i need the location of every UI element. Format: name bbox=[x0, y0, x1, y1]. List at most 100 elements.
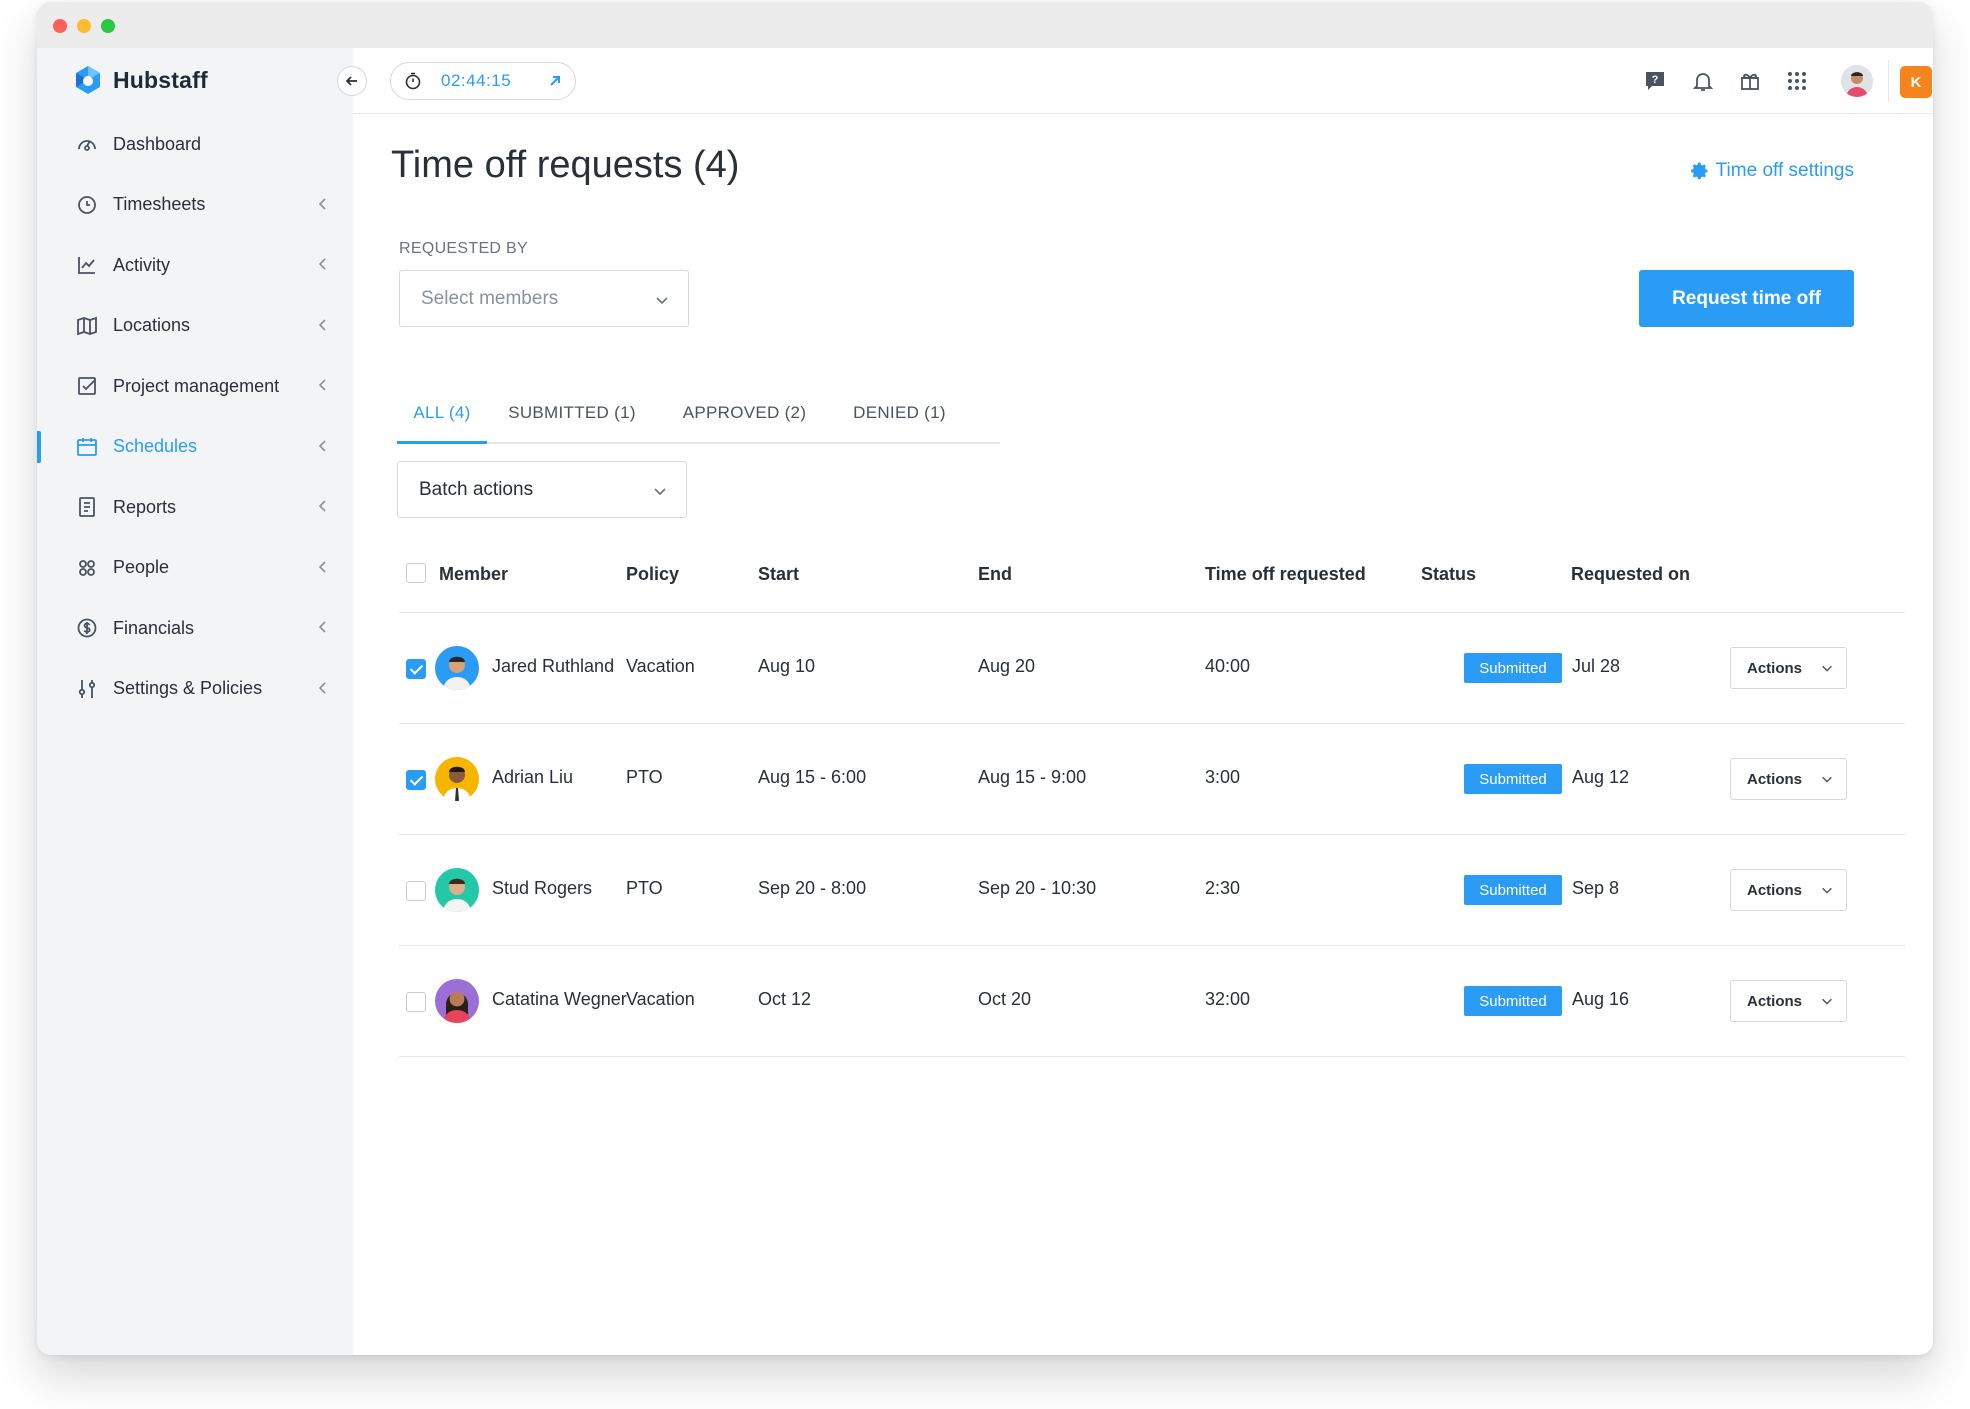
brand-name: Hubstaff bbox=[113, 66, 208, 93]
sidebar-item-dashboard[interactable]: Dashboard bbox=[37, 114, 353, 175]
status-tabs: ALL (4) SUBMITTED (1) APPROVED (2) DENIE… bbox=[397, 384, 1000, 444]
top-header: 02:44:15 ? K bbox=[337, 48, 1933, 114]
sidebar-item-project-management[interactable]: Project management bbox=[37, 356, 353, 417]
sidebar-item-label: Schedules bbox=[113, 436, 198, 457]
chevron-left-icon bbox=[318, 258, 326, 270]
arrow-left-icon bbox=[345, 76, 357, 86]
chevron-left-icon bbox=[318, 681, 326, 694]
status-badge: Submitted bbox=[1464, 653, 1562, 683]
sidebar-item-label: Dashboard bbox=[113, 133, 202, 154]
open-external-icon[interactable] bbox=[547, 73, 563, 89]
page-title: Time off requests (4) bbox=[391, 144, 740, 186]
close-window-button[interactable] bbox=[53, 19, 67, 33]
app-window: Hubstaff Dashboard Timesheets Activity L… bbox=[37, 2, 1933, 1355]
start-cell: Aug 10 bbox=[758, 656, 816, 676]
sidebar-item-label: Project management bbox=[113, 375, 280, 396]
requested-on-cell: Aug 16 bbox=[1572, 989, 1630, 1009]
sidebar-item-timesheets[interactable]: Timesheets bbox=[37, 175, 353, 236]
maximize-window-button[interactable] bbox=[101, 19, 115, 33]
sidebar-item-label: People bbox=[113, 557, 170, 578]
requested-on-cell: Aug 12 bbox=[1572, 767, 1630, 787]
window-titlebar bbox=[37, 2, 1933, 48]
end-cell: Aug 15 - 9:00 bbox=[978, 767, 1087, 787]
column-header-status: Status bbox=[1421, 564, 1477, 584]
time-off-cell: 3:00 bbox=[1205, 767, 1241, 787]
table-header: Member Policy Start End Time off request… bbox=[399, 534, 1905, 613]
timer-widget[interactable]: 02:44:15 bbox=[390, 62, 576, 100]
status-badge: Submitted bbox=[1464, 986, 1562, 1016]
sliders-icon bbox=[75, 677, 99, 701]
actions-label: Actions bbox=[1747, 881, 1803, 899]
row-checkbox[interactable] bbox=[406, 770, 426, 790]
minimize-window-button[interactable] bbox=[77, 19, 91, 33]
row-checkbox[interactable] bbox=[406, 992, 426, 1012]
table-row[interactable]: Adrian Liu PTO Aug 15 - 6:00 Aug 15 - 9:… bbox=[399, 724, 1905, 835]
row-actions-dropdown[interactable]: Actions bbox=[1730, 758, 1847, 800]
requested-on-cell: Jul 28 bbox=[1572, 656, 1621, 676]
row-checkbox[interactable] bbox=[406, 659, 426, 679]
batch-actions-dropdown[interactable]: Batch actions bbox=[397, 461, 687, 518]
apps-grid-icon[interactable] bbox=[1784, 68, 1810, 94]
tab-all[interactable]: ALL (4) bbox=[397, 384, 487, 444]
sidebar-item-label: Timesheets bbox=[113, 194, 206, 215]
tab-approved[interactable]: APPROVED (2) bbox=[657, 384, 832, 442]
calendar-icon bbox=[75, 435, 99, 459]
sidebar-item-label: Settings & Policies bbox=[113, 678, 263, 699]
table-row[interactable]: Catatina Wegner Vacation Oct 12 Oct 20 3… bbox=[399, 946, 1905, 1057]
select-members-placeholder: Select members bbox=[421, 287, 559, 309]
organization-badge[interactable]: K bbox=[1900, 66, 1932, 98]
sidebar-item-schedules[interactable]: Schedules bbox=[37, 417, 353, 478]
table-row[interactable]: Stud Rogers PTO Sep 20 - 8:00 Sep 20 - 1… bbox=[399, 835, 1905, 946]
sidebar-item-activity[interactable]: Activity bbox=[37, 235, 353, 296]
status-badge: Submitted bbox=[1464, 764, 1562, 794]
time-off-cell: 40:00 bbox=[1205, 656, 1251, 676]
sidebar-item-label: Activity bbox=[113, 254, 171, 275]
clock-icon bbox=[75, 193, 99, 217]
tab-submitted[interactable]: SUBMITTED (1) bbox=[487, 384, 657, 442]
tab-denied[interactable]: DENIED (1) bbox=[832, 384, 967, 442]
select-all-checkbox[interactable] bbox=[406, 563, 426, 583]
requested-by-label: REQUESTED BY bbox=[399, 240, 528, 257]
bell-icon[interactable] bbox=[1690, 68, 1716, 94]
end-cell: Sep 20 - 10:30 bbox=[978, 878, 1097, 898]
column-header-time-off-requested: Time off requested bbox=[1205, 564, 1366, 584]
gift-icon[interactable] bbox=[1737, 68, 1763, 94]
member-name: Jared Ruthland bbox=[492, 656, 615, 676]
stopwatch-icon bbox=[405, 72, 421, 90]
row-checkbox[interactable] bbox=[406, 881, 426, 901]
sidebar-nav: Dashboard Timesheets Activity Locations … bbox=[37, 114, 353, 719]
people-icon bbox=[75, 556, 99, 580]
hubstaff-logo-icon bbox=[76, 66, 100, 94]
table-row[interactable]: Jared Ruthland Vacation Aug 10 Aug 20 40… bbox=[399, 613, 1905, 724]
sidebar-item-people[interactable]: People bbox=[37, 538, 353, 599]
line-chart-icon bbox=[75, 253, 99, 277]
user-avatar[interactable] bbox=[1841, 65, 1873, 97]
start-cell: Sep 20 - 8:00 bbox=[758, 878, 867, 898]
collapse-sidebar-button[interactable] bbox=[337, 66, 367, 96]
policy-cell: PTO bbox=[626, 767, 663, 787]
member-name: Stud Rogers bbox=[492, 878, 593, 898]
svg-text:?: ? bbox=[1652, 74, 1659, 86]
chevron-left-icon bbox=[318, 197, 326, 210]
sidebar-item-reports[interactable]: Reports bbox=[37, 477, 353, 538]
brand[interactable]: Hubstaff bbox=[73, 64, 208, 96]
sidebar-item-label: Reports bbox=[113, 496, 177, 517]
chevron-down-icon bbox=[1822, 665, 1832, 672]
request-time-off-button[interactable]: Request time off bbox=[1639, 270, 1854, 327]
row-actions-dropdown[interactable]: Actions bbox=[1730, 869, 1847, 911]
column-header-policy: Policy bbox=[626, 564, 680, 584]
report-icon bbox=[75, 495, 99, 519]
sidebar: Hubstaff Dashboard Timesheets Activity L… bbox=[37, 48, 353, 1355]
select-members-dropdown[interactable]: Select members bbox=[399, 270, 689, 327]
row-actions-dropdown[interactable]: Actions bbox=[1730, 647, 1847, 689]
sidebar-item-label: Locations bbox=[113, 315, 191, 336]
sidebar-item-locations[interactable]: Locations bbox=[37, 296, 353, 357]
sidebar-item-settings-policies[interactable]: Settings & Policies bbox=[37, 659, 353, 720]
time-off-settings-link[interactable]: Time off settings bbox=[1690, 160, 1854, 182]
chevron-down-icon bbox=[654, 488, 666, 496]
help-icon[interactable]: ? bbox=[1642, 68, 1668, 94]
timer-value: 02:44:15 bbox=[441, 71, 512, 90]
column-header-requested-on: Requested on bbox=[1571, 564, 1691, 584]
row-actions-dropdown[interactable]: Actions bbox=[1730, 980, 1847, 1022]
sidebar-item-financials[interactable]: Financials bbox=[37, 598, 353, 659]
